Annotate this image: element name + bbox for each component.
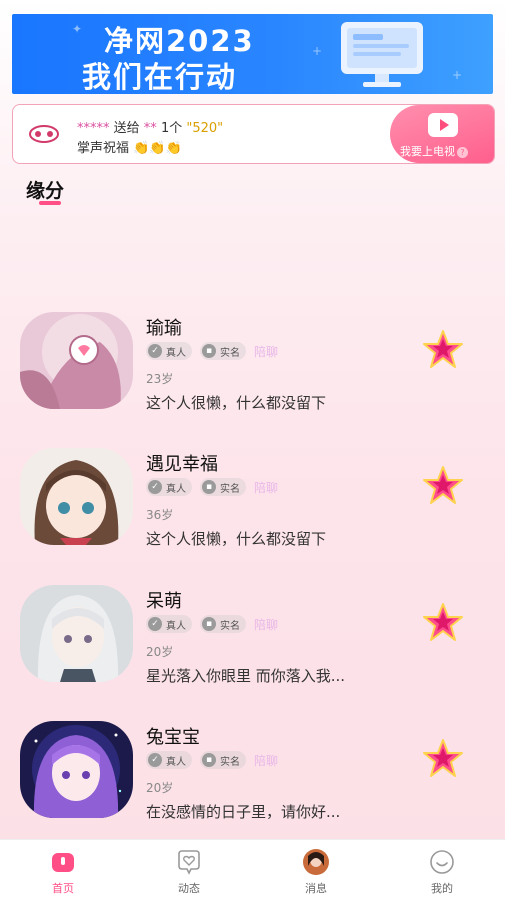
tab-mine[interactable]: 我的 xyxy=(402,840,482,899)
sparkle-icon: + xyxy=(312,44,323,58)
tab-messages[interactable]: 消息 xyxy=(276,840,356,899)
messages-avatar-icon xyxy=(303,849,329,875)
banner-subtitle: 我们在行动 xyxy=(82,60,238,94)
check-icon: ✓ xyxy=(148,617,162,631)
user-age: 36岁 xyxy=(146,508,174,522)
section-title-underline xyxy=(39,201,61,205)
home-icon xyxy=(52,853,74,872)
star-greet-icon[interactable] xyxy=(422,464,464,506)
tab-mine-label: 我的 xyxy=(431,882,453,895)
user-name: 兔宝宝 xyxy=(146,727,200,748)
sparkle-icon: + xyxy=(452,68,463,82)
gift-count: 1个 xyxy=(160,121,183,136)
real-person-badge: ✓ 真人 xyxy=(146,342,192,360)
tab-moments-label: 动态 xyxy=(178,882,200,895)
promo-banner[interactable]: 净网2023 我们在行动 ✦ + + xyxy=(12,14,493,94)
id-icon: ▪ xyxy=(202,617,216,631)
real-name-badge: ▪ 实名 xyxy=(200,615,246,633)
user-badges: ✓ 真人 ▪ 实名 陪聊 xyxy=(146,478,278,496)
real-name-badge: ▪ 实名 xyxy=(200,478,246,496)
gift-action: 送给 xyxy=(113,121,140,136)
bottom-tab-bar: 首页 动态 消息 我的 xyxy=(0,839,505,899)
star-greet-icon[interactable] xyxy=(422,737,464,779)
id-icon: ▪ xyxy=(202,480,216,494)
real-name-badge: ▪ 实名 xyxy=(200,342,246,360)
go-on-tv-button[interactable]: 我要上电视? xyxy=(390,105,494,163)
tab-messages-label: 消息 xyxy=(305,882,327,895)
user-avatar[interactable] xyxy=(20,585,133,682)
user-age: 23岁 xyxy=(146,372,174,386)
user-bio: 在没感情的日子里，请你好... xyxy=(146,803,341,821)
real-name-badge: ▪ 实名 xyxy=(200,751,246,769)
gift-message: 掌声祝福 xyxy=(77,141,130,156)
monitor-icon xyxy=(341,22,423,87)
section-title: 缘分 xyxy=(26,180,65,202)
real-person-badge: ✓ 真人 xyxy=(146,615,192,633)
user-bio: 星光落入你眼里 而你落入我... xyxy=(146,667,346,685)
chat-badge: 陪聊 xyxy=(254,480,279,495)
user-badges: ✓ 真人 ▪ 实名 陪聊 xyxy=(146,342,278,360)
tab-moments[interactable]: 动态 xyxy=(149,840,229,899)
tv-icon xyxy=(428,113,458,137)
user-name: 瑜瑜 xyxy=(146,318,182,339)
user-badges: ✓ 真人 ▪ 实名 陪聊 xyxy=(146,615,278,633)
clap-icons: 👏👏👏 xyxy=(133,141,182,156)
check-icon: ✓ xyxy=(148,480,162,494)
gift-notice: ***** 送给 ** 1个 "520" 掌声祝福 👏👏👏 我要上电视? xyxy=(12,104,495,164)
user-bio: 这个人很懒，什么都没留下 xyxy=(146,394,327,412)
gift-message-line: 掌声祝福 👏👏👏 xyxy=(77,137,182,156)
user-card[interactable]: 遇见幸福 ✓ 真人 ▪ 实名 陪聊 36岁 这个人很懒，什么都没留下 xyxy=(0,448,505,568)
gift-notice-line: ***** 送给 ** 1个 "520" xyxy=(77,117,223,136)
user-card[interactable]: 呆萌 ✓ 真人 ▪ 实名 陪聊 20岁 星光落入你眼里 而你落入我... xyxy=(0,585,505,705)
user-avatar[interactable] xyxy=(20,721,133,818)
tab-home[interactable]: 首页 xyxy=(23,840,103,899)
check-icon: ✓ xyxy=(148,344,162,358)
real-person-badge: ✓ 真人 xyxy=(146,478,192,496)
chat-badge: 陪聊 xyxy=(254,344,279,359)
gift-name: "520" xyxy=(186,121,224,136)
user-badges: ✓ 真人 ▪ 实名 陪聊 xyxy=(146,751,278,769)
user-avatar[interactable] xyxy=(20,448,133,545)
gift-receiver: ** xyxy=(143,121,157,136)
gift-mask-icon xyxy=(29,125,59,143)
real-person-badge: ✓ 真人 xyxy=(146,751,192,769)
sparkle-icon: ✦ xyxy=(72,22,83,36)
user-card[interactable]: 瑜瑜 ✓ 真人 ▪ 实名 陪聊 23岁 这个人很懒，什么都没留下 xyxy=(0,312,505,432)
user-bio: 这个人很懒，什么都没留下 xyxy=(146,530,327,548)
id-icon: ▪ xyxy=(202,753,216,767)
user-age: 20岁 xyxy=(146,645,174,659)
chat-badge: 陪聊 xyxy=(254,753,279,768)
help-icon[interactable]: ? xyxy=(457,147,468,158)
user-avatar[interactable] xyxy=(20,312,133,409)
gift-sender: ***** xyxy=(77,121,110,136)
check-icon: ✓ xyxy=(148,753,162,767)
star-greet-icon[interactable] xyxy=(422,328,464,370)
heart-chat-icon xyxy=(178,850,200,875)
star-greet-icon[interactable] xyxy=(422,601,464,643)
user-name: 遇见幸福 xyxy=(146,454,218,475)
tab-home-label: 首页 xyxy=(52,882,74,895)
go-on-tv-label: 我要上电视 xyxy=(400,145,455,158)
id-icon: ▪ xyxy=(202,344,216,358)
smile-icon xyxy=(430,850,454,874)
user-name: 呆萌 xyxy=(146,591,182,612)
user-card[interactable]: 兔宝宝 ✓ 真人 ▪ 实名 陪聊 20岁 在没感情的日子里，请你好... xyxy=(0,721,505,841)
chat-badge: 陪聊 xyxy=(254,617,279,632)
user-age: 20岁 xyxy=(146,781,174,795)
